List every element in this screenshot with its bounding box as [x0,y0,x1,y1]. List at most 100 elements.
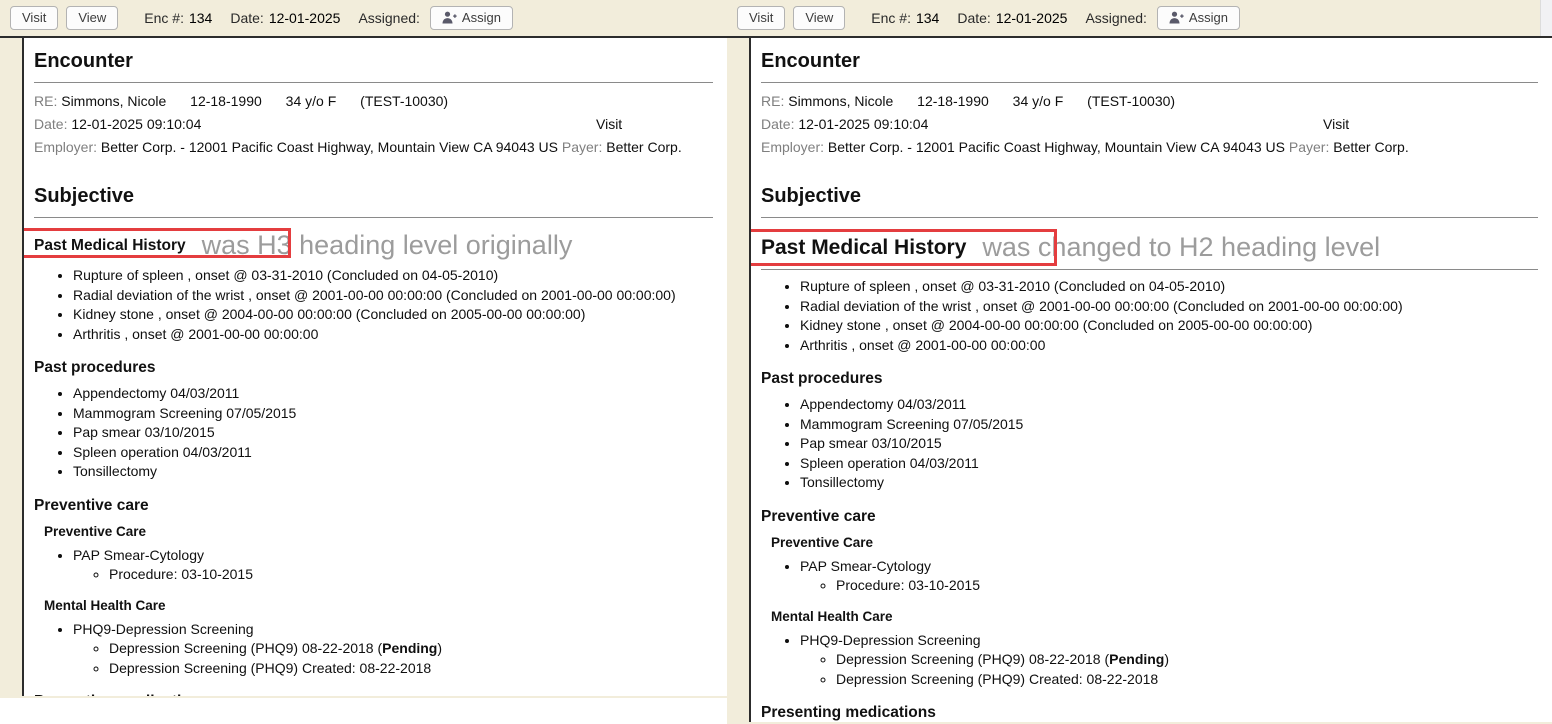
phq-sub-item: Depression Screening (PHQ9) 08-22-2018 (… [836,650,1538,670]
medications-heading: Presenting medications [34,693,713,696]
employer-label: Employer: [761,139,824,155]
procedure-item: Spleen operation 04/03/2011 [800,454,1538,474]
mental-health-heading: Mental Health Care [771,609,1538,624]
payer-value: Better Corp. [1333,139,1408,155]
encounter-toolbar: Visit View Enc #: 134 Date: 12-01-2025 A… [0,0,727,38]
mental-health-heading: Mental Health Care [44,598,713,613]
enc-number-value: 134 [189,10,212,26]
toolbar-date-value: 12-01-2025 [269,10,341,26]
re-label: RE: [34,93,57,109]
encounter-meta: RE: Simmons, Nicole 12-18-1990 34 y/o F … [34,90,713,159]
patient-dob: 12-18-1990 [190,93,262,109]
date-label: Date: [34,116,67,132]
assigned-label: Assigned: [1085,10,1146,26]
preventive-item: PAP Smear-Cytology Procedure: 03-10-2015 [800,557,1538,596]
assign-button[interactable]: Assign [1157,6,1240,30]
annotation-text: was H3 heading level originally [202,232,573,259]
view-button[interactable]: View [66,6,118,30]
procedure-item: Tonsillectomy [73,462,713,482]
past-procedures-heading: Past procedures [761,370,1538,388]
patient-age-sex: 34 y/o F [1013,93,1064,109]
pmh-heading-row: Past Medical History was H3 heading leve… [34,232,713,259]
employer-label: Employer: [34,139,97,155]
phq-sub-item: Depression Screening (PHQ9) Created: 08-… [109,659,713,679]
phq-sub1-pre: Depression Screening (PHQ9) 08-22-2018 ( [836,651,1109,667]
phq-sub1-post: ) [437,640,442,656]
patient-line: RE: Simmons, Nicole 12-18-1990 34 y/o F … [34,90,713,113]
view-button[interactable]: View [793,6,845,30]
date-line: Date: 12-01-2025 09:10:04 Visit [761,113,1538,136]
patient-id: (TEST-10030) [1087,93,1175,109]
patient-line: RE: Simmons, Nicole 12-18-1990 34 y/o F … [761,90,1538,113]
phq-sub-list: Depression Screening (PHQ9) 08-22-2018 (… [800,650,1538,689]
visit-button[interactable]: Visit [10,6,58,30]
person-plus-icon [1169,11,1184,24]
procedure-item: Mammogram Screening 07/05/2015 [73,404,713,424]
payer-label: Payer: [1289,139,1329,155]
procedure-item: Pap smear 03/10/2015 [73,423,713,443]
medications-heading: Presenting medications [761,704,1538,722]
toolbar-date-label: Date: [957,10,990,26]
employer-line: Employer: Better Corp. - 12001 Pacific C… [34,136,713,159]
procedure-item: Mammogram Screening 07/05/2015 [800,415,1538,435]
pmh-item: Radial deviation of the wrist , onset @ … [800,297,1538,317]
pmh-heading-h3: Past Medical History [34,237,186,255]
pmh-heading-h2: Past Medical History [761,236,966,260]
mental-health-list: PHQ9-Depression Screening Depression Scr… [761,631,1538,690]
preventive-care-list: PAP Smear-Cytology Procedure: 03-10-2015 [34,546,713,585]
visit-category-label: Visit [1323,113,1349,136]
phq-item: PHQ9-Depression Screening Depression Scr… [73,620,713,679]
assign-button-label: Assign [1189,11,1228,25]
payer-label: Payer: [562,139,602,155]
assign-button[interactable]: Assign [430,6,513,30]
phq-item-label: PHQ9-Depression Screening [73,621,254,637]
phq-sub-item: Depression Screening (PHQ9) Created: 08-… [836,670,1538,690]
toolbar-date-label: Date: [230,10,263,26]
pap-sub-item: Procedure: 03-10-2015 [109,565,713,585]
preventive-care-heading: Preventive care [34,497,713,515]
encounter-section-title: Encounter [761,46,1538,83]
panel-before-h3: Visit View Enc #: 134 Date: 12-01-2025 A… [0,0,727,698]
past-procedures-list: Appendectomy 04/03/2011 Mammogram Screen… [761,395,1538,493]
re-label: RE: [761,93,784,109]
preventive-care-list: PAP Smear-Cytology Procedure: 03-10-2015 [761,557,1538,596]
past-procedures-heading: Past procedures [34,359,713,377]
enc-number-label: Enc #: [144,10,184,26]
subjective-section-title: Subjective [34,181,713,218]
preventive-care-sub-heading: Preventive Care [771,535,1538,550]
phq-sub1-post: ) [1164,651,1169,667]
scrollbar[interactable] [1540,0,1552,36]
visit-button[interactable]: Visit [737,6,785,30]
encounter-toolbar: Visit View Enc #: 134 Date: 12-01-2025 A… [727,0,1552,38]
pmh-list: Rupture of spleen , onset @ 03-31-2010 (… [34,266,713,344]
patient-name: Simmons, Nicole [61,93,166,109]
person-plus-icon [442,11,457,24]
date-label: Date: [761,116,794,132]
past-procedures-list: Appendectomy 04/03/2011 Mammogram Screen… [34,384,713,482]
phq-pending-badge: Pending [382,640,437,656]
employer-value: Better Corp. - 12001 Pacific Coast Highw… [828,139,1285,155]
preventive-care-sub-heading: Preventive Care [44,524,713,539]
pmh-list: Rupture of spleen , onset @ 03-31-2010 (… [761,277,1538,355]
encounter-section-title: Encounter [34,46,713,83]
patient-age-sex: 34 y/o F [286,93,337,109]
report-content: Encounter RE: Simmons, Nicole 12-18-1990… [22,38,727,696]
preventive-item: PAP Smear-Cytology Procedure: 03-10-2015 [73,546,713,585]
date-value: 12-01-2025 09:10:04 [798,116,928,132]
pmh-heading-row: Past Medical History was changed to H2 h… [761,234,1538,270]
procedure-item: Appendectomy 04/03/2011 [800,395,1538,415]
mental-health-list: PHQ9-Depression Screening Depression Scr… [34,620,713,679]
phq-sub-item: Depression Screening (PHQ9) 08-22-2018 (… [109,639,713,659]
pmh-item: Rupture of spleen , onset @ 03-31-2010 (… [800,277,1538,297]
employer-value: Better Corp. - 12001 Pacific Coast Highw… [101,139,558,155]
assign-button-label: Assign [462,11,501,25]
payer-value: Better Corp. [606,139,681,155]
pap-sub-list: Procedure: 03-10-2015 [800,576,1538,596]
enc-number-value: 134 [916,10,939,26]
procedure-item: Spleen operation 04/03/2011 [73,443,713,463]
assigned-label: Assigned: [358,10,419,26]
pmh-item: Rupture of spleen , onset @ 03-31-2010 (… [73,266,713,286]
phq-item-label: PHQ9-Depression Screening [800,632,981,648]
enc-number-label: Enc #: [871,10,911,26]
visit-category-label: Visit [596,113,622,136]
